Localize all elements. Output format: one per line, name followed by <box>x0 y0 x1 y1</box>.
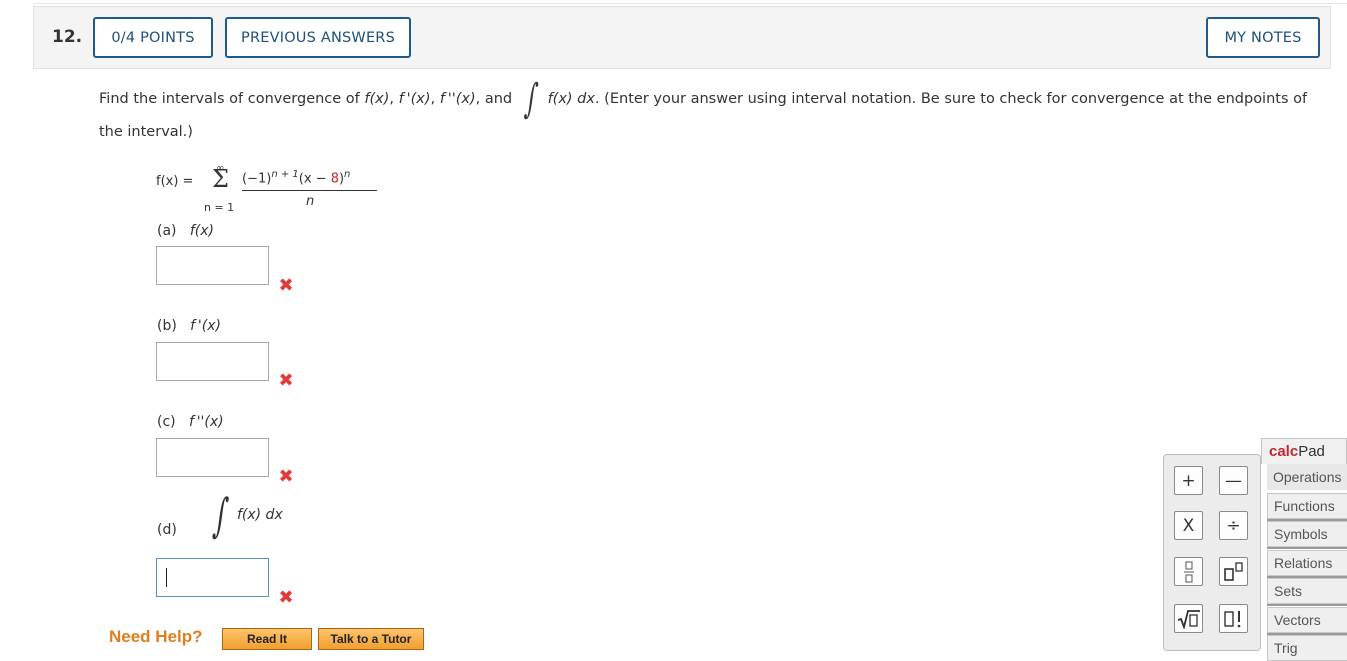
tab-vectors[interactable]: Vectors <box>1267 607 1347 633</box>
tab-sets[interactable]: Sets <box>1267 578 1347 604</box>
integral-sign-icon: ∫ <box>522 76 540 122</box>
calcpad-title: calc Pad <box>1261 438 1347 464</box>
text-caret <box>166 568 167 587</box>
exponent-key[interactable] <box>1219 557 1248 586</box>
part-b-label: (b) f '(x) <box>157 318 221 334</box>
fraction-numerator: (−1)n + 1(x − 8)n <box>242 169 351 187</box>
incorrect-x-icon: ✖ <box>278 275 294 296</box>
minus-key[interactable]: — <box>1219 466 1248 495</box>
question-prompt: Find the intervals of convergence of f(x… <box>99 76 1308 122</box>
talk-to-tutor-button[interactable]: Talk to a Tutor <box>318 628 424 650</box>
tab-trig[interactable]: Trig <box>1267 635 1347 661</box>
fraction-bar <box>242 190 377 191</box>
question-header: 12. 0/4 POINTS PREVIOUS ANSWERS MY NOTES <box>33 6 1331 69</box>
incorrect-x-icon: ✖ <box>278 466 294 487</box>
divide-key[interactable]: ÷ <box>1219 511 1248 540</box>
fraction-icon <box>1183 561 1194 582</box>
part-c-answer-input[interactable] <box>156 438 269 477</box>
tab-relations[interactable]: Relations <box>1267 550 1347 576</box>
sigma-icon: Σ <box>212 165 229 193</box>
question-prompt-line2: the interval.) <box>99 124 193 140</box>
factorial-key[interactable] <box>1219 604 1248 633</box>
sqrt-icon <box>1177 609 1200 629</box>
tab-operations[interactable]: Operations <box>1267 464 1347 490</box>
previous-answers-button[interactable]: PREVIOUS ANSWERS <box>225 17 411 58</box>
read-it-button[interactable]: Read It <box>222 628 312 650</box>
question-number: 12. <box>52 27 83 47</box>
calcpad-keypad: + — X ÷ <box>1163 454 1261 651</box>
tab-functions[interactable]: Functions <box>1267 493 1347 519</box>
fraction-key[interactable] <box>1174 557 1203 586</box>
part-b-answer-input[interactable] <box>156 342 269 381</box>
fraction-denominator: n <box>306 194 315 209</box>
exponent-icon <box>1223 561 1243 581</box>
calcpad-panel: calc Pad Operations Functions Symbols Rel… <box>1261 438 1347 661</box>
need-help-label: Need Help? <box>109 627 203 646</box>
plus-key[interactable]: + <box>1174 466 1203 495</box>
top-rule <box>33 3 1347 4</box>
sum-lower-limit: n = 1 <box>204 201 235 214</box>
formula-lhs: f(x) = <box>156 174 194 189</box>
incorrect-x-icon: ✖ <box>278 587 294 608</box>
integral-sign-icon: ∫ <box>211 488 231 542</box>
incorrect-x-icon: ✖ <box>278 370 294 391</box>
part-d-integral: ∫ f(x) dx <box>211 488 283 542</box>
part-d-answer-input[interactable] <box>156 558 269 597</box>
sqrt-key[interactable] <box>1174 604 1203 633</box>
part-c-label: (c) f ''(x) <box>157 414 224 430</box>
points-button[interactable]: 0/4 POINTS <box>93 17 213 58</box>
part-a-label: (a) f(x) <box>157 223 215 239</box>
my-notes-button[interactable]: MY NOTES <box>1206 17 1320 58</box>
multiply-key[interactable]: X <box>1174 511 1203 540</box>
part-d-label: (d) <box>157 522 177 538</box>
factorial-icon <box>1223 610 1240 627</box>
part-a-answer-input[interactable] <box>156 246 269 285</box>
tab-symbols[interactable]: Symbols <box>1267 521 1347 547</box>
